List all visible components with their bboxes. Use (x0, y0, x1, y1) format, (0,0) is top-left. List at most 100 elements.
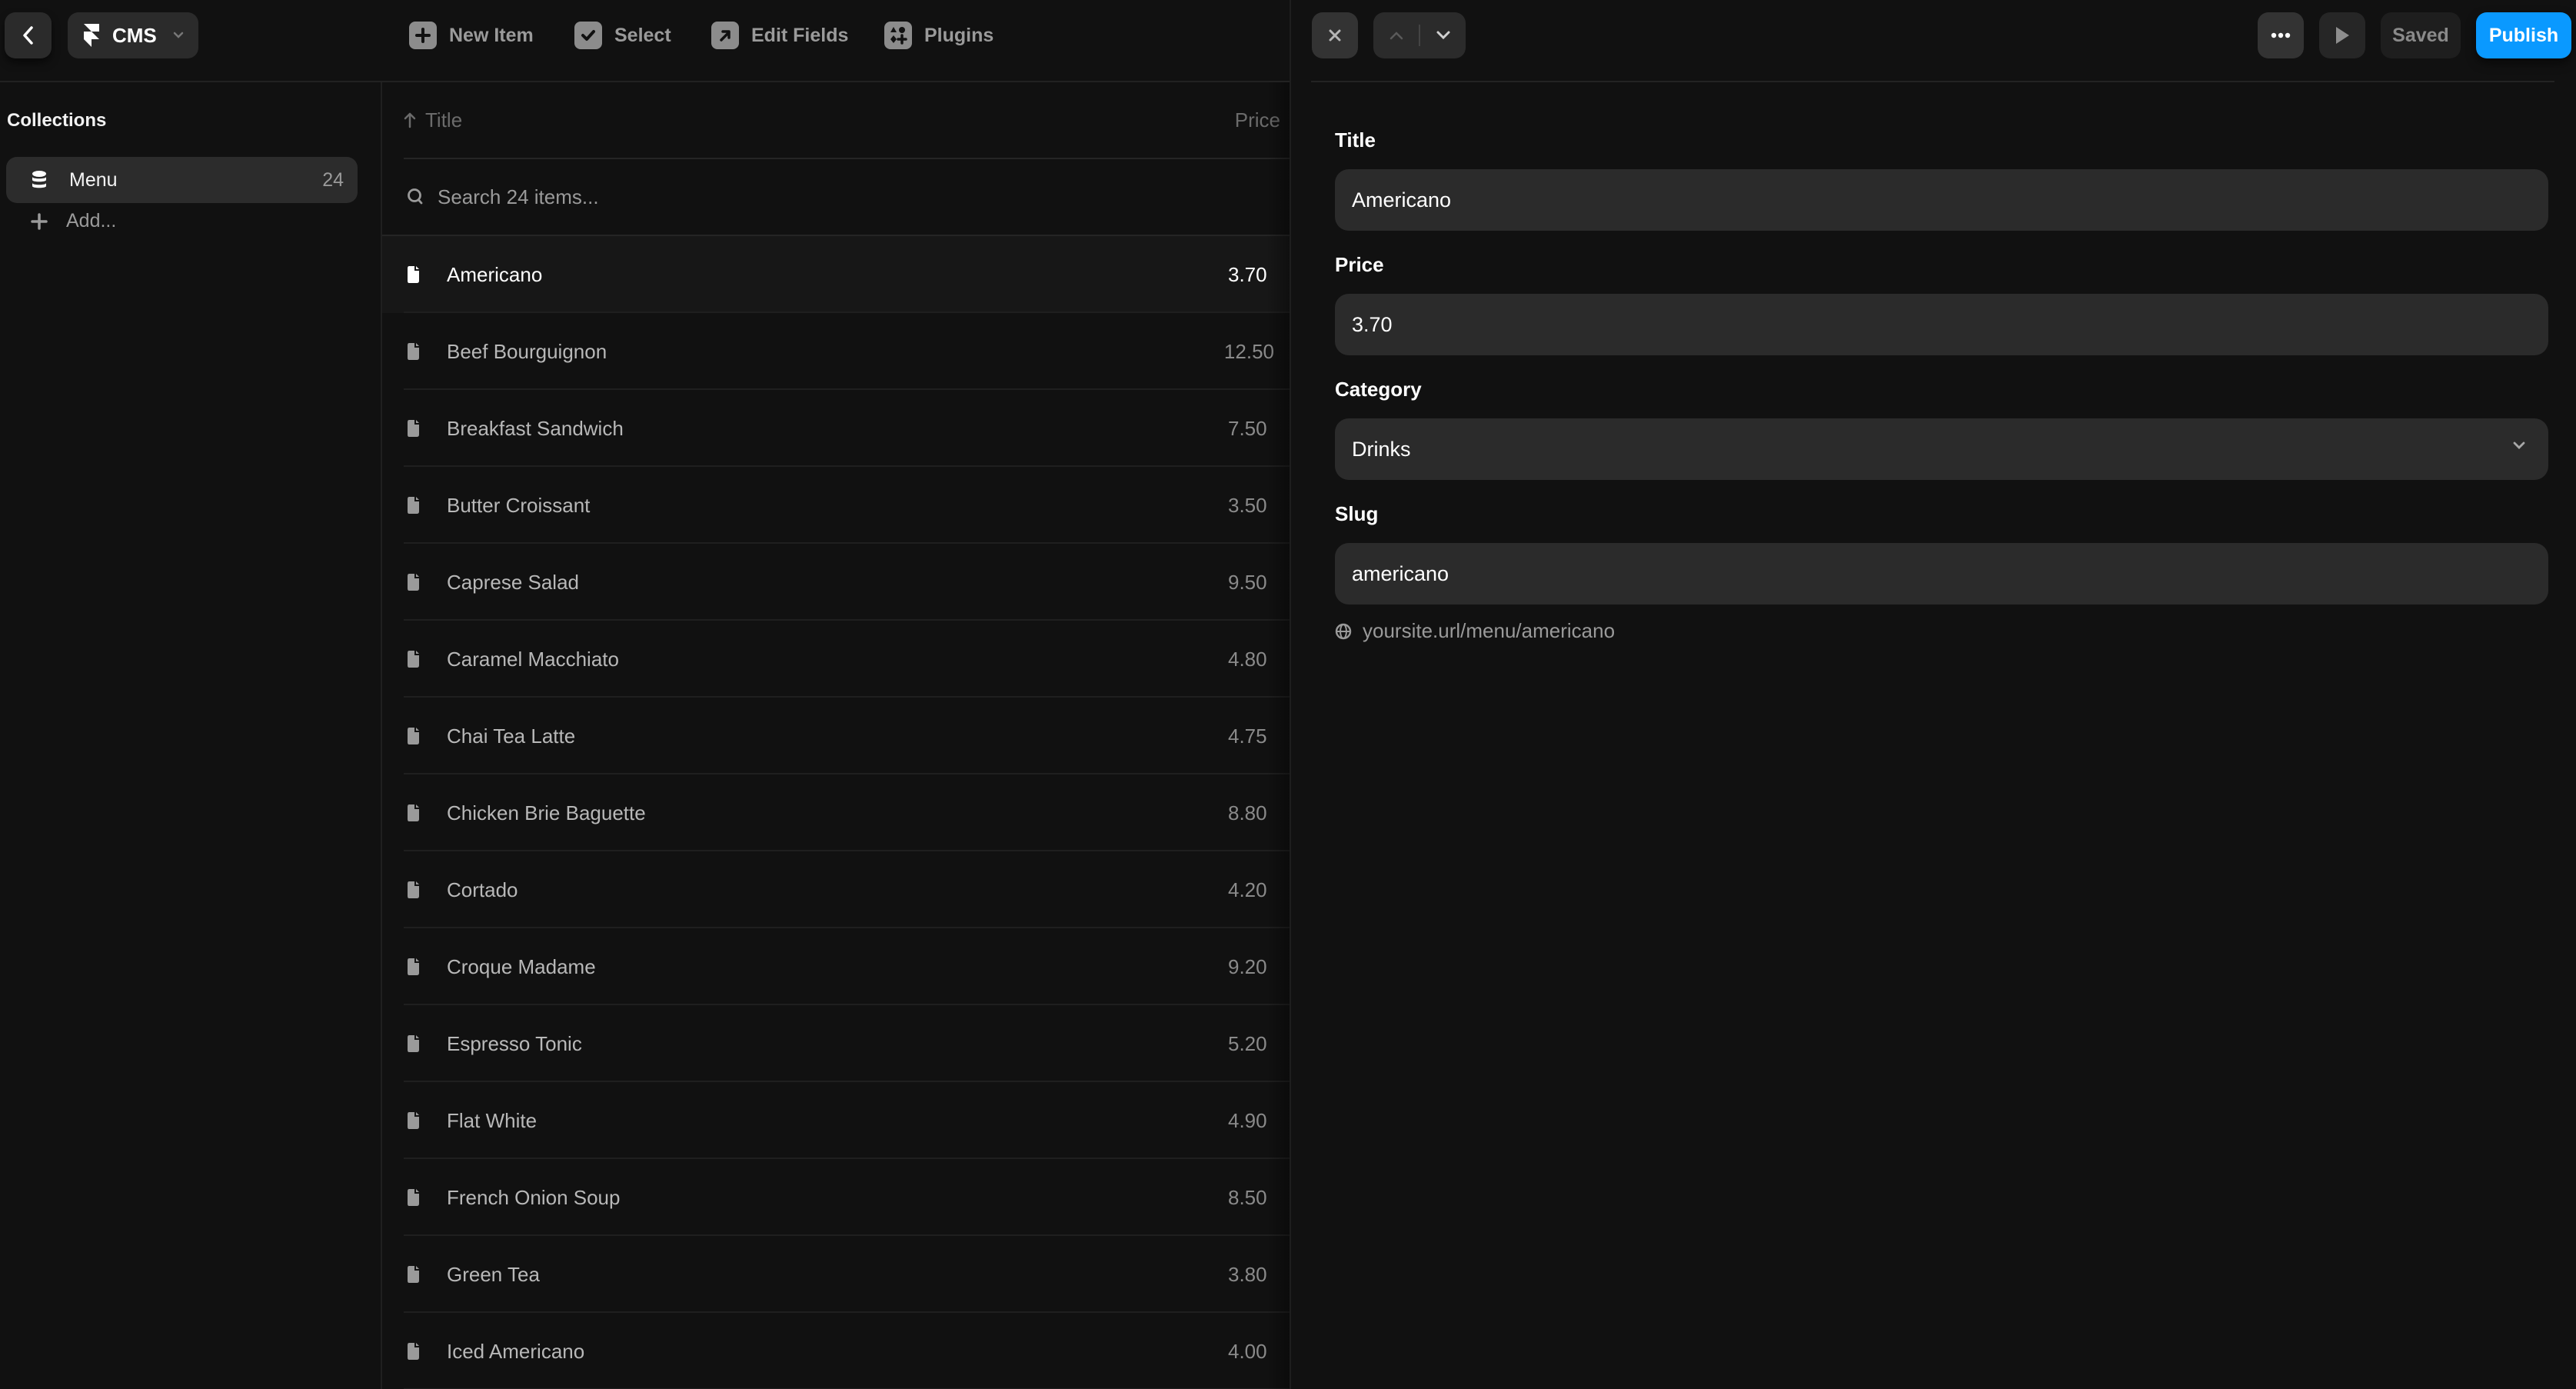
title-column-label: Title (425, 108, 463, 132)
list-item[interactable]: Flat White 4.90 (382, 1082, 1290, 1159)
slug-field-input[interactable] (1335, 543, 2548, 605)
category-select[interactable]: Drinks (1335, 418, 2548, 480)
new-item-label: New Item (449, 24, 534, 46)
document-icon (408, 1266, 419, 1283)
collections-heading: Collections (7, 110, 107, 131)
previous-item-button[interactable] (1373, 30, 1419, 41)
close-editor-button[interactable] (1312, 12, 1358, 58)
select-button[interactable]: Select (574, 22, 671, 49)
document-icon (408, 958, 419, 975)
list-item[interactable]: Cortado 4.20 (382, 851, 1290, 928)
item-price: 9.20 (1228, 954, 1267, 978)
item-title: Caprese Salad (447, 570, 579, 594)
item-title: Chai Tea Latte (447, 724, 576, 748)
document-icon (408, 497, 419, 514)
item-price: 9.50 (1228, 570, 1267, 594)
arrow-up-right-icon (711, 22, 739, 49)
add-collection-button[interactable]: Add... (31, 210, 116, 232)
list-item[interactable]: Chicken Brie Baguette 8.80 (382, 774, 1290, 851)
plugins-icon (884, 22, 912, 49)
list-item[interactable]: Croque Madame 9.20 (382, 928, 1290, 1005)
preview-button[interactable] (2319, 12, 2365, 58)
publish-button[interactable]: Publish (2476, 12, 2571, 58)
list-item[interactable]: Espresso Tonic 5.20 (382, 1005, 1290, 1082)
chevron-down-icon (2513, 441, 2525, 449)
list-item[interactable]: Butter Croissant 3.50 (382, 467, 1290, 544)
top-toolbar: CMS New Item Select Edit Fields Plugins (0, 0, 1290, 82)
chevron-down-icon (1436, 31, 1449, 40)
list-item[interactable]: Iced Americano 4.00 (382, 1313, 1290, 1389)
item-price: 4.00 (1228, 1339, 1267, 1363)
globe-icon (1335, 623, 1352, 639)
plus-icon (409, 22, 437, 49)
list-item[interactable]: Americano 3.70 (382, 236, 1290, 313)
list-item[interactable]: Caramel Macchiato 4.80 (382, 621, 1290, 698)
database-icon (32, 171, 46, 188)
price-field-label: Price (1335, 253, 1384, 276)
item-navigation (1373, 12, 1466, 58)
module-label: CMS (112, 23, 157, 47)
title-column-header[interactable]: Title (404, 108, 462, 132)
collection-label: Menu (69, 168, 118, 191)
plugins-button[interactable]: Plugins (884, 22, 993, 49)
list-item[interactable]: French Onion Soup 8.50 (382, 1159, 1290, 1236)
item-price: 4.80 (1228, 647, 1267, 671)
item-price: 8.80 (1228, 801, 1267, 824)
item-title: Butter Croissant (447, 493, 591, 517)
more-horizontal-icon (2271, 32, 2291, 38)
arrow-up-icon (404, 112, 416, 128)
list-item[interactable]: Chai Tea Latte 4.75 (382, 698, 1290, 774)
document-icon (408, 804, 419, 821)
slug-field-label: Slug (1335, 502, 1379, 525)
document-icon (408, 420, 419, 437)
close-icon (1329, 29, 1341, 42)
item-price: 12.50 (1223, 339, 1274, 363)
play-icon (2336, 27, 2349, 44)
module-switcher[interactable]: CMS (68, 12, 198, 58)
back-button[interactable] (5, 12, 52, 58)
document-icon (408, 1343, 419, 1360)
item-title: Chicken Brie Baguette (447, 801, 646, 824)
plugins-label: Plugins (924, 24, 994, 46)
item-title: Americano (447, 262, 543, 286)
category-select-value: Drinks (1352, 437, 1411, 461)
document-icon (408, 1112, 419, 1129)
title-field-input[interactable] (1335, 169, 2548, 231)
more-options-button[interactable] (2258, 12, 2304, 58)
edit-fields-label: Edit Fields (751, 24, 849, 46)
document-icon (408, 881, 419, 898)
item-price: 3.80 (1228, 1262, 1267, 1286)
list-item[interactable]: Beef Bourguignon 12.50 (382, 313, 1290, 390)
list-item[interactable]: Caprese Salad 9.50 (382, 544, 1290, 621)
document-icon (408, 1189, 419, 1206)
item-price: 4.75 (1228, 724, 1267, 748)
chevron-up-icon (1390, 32, 1403, 40)
document-icon (408, 574, 419, 591)
item-price: 5.20 (1228, 1031, 1267, 1055)
search-icon (408, 188, 423, 205)
document-icon (408, 343, 419, 360)
item-price: 7.50 (1228, 416, 1267, 440)
add-collection-label: Add... (66, 210, 117, 232)
list-item[interactable]: Breakfast Sandwich 7.50 (382, 390, 1290, 467)
new-item-button[interactable]: New Item (409, 22, 534, 49)
search-input[interactable] (438, 185, 976, 209)
next-item-button[interactable] (1420, 30, 1466, 41)
list-header: Title Price (404, 82, 1290, 159)
title-field-label: Title (1335, 128, 1376, 152)
price-field-input[interactable] (1335, 294, 2548, 355)
item-title: Flat White (447, 1108, 537, 1132)
edit-fields-button[interactable]: Edit Fields (711, 22, 848, 49)
chevron-left-icon (22, 26, 33, 45)
item-title: Iced Americano (447, 1339, 585, 1363)
list-item[interactable]: Green Tea 3.80 (382, 1236, 1290, 1313)
item-title: Caramel Macchiato (447, 647, 619, 671)
select-label: Select (614, 24, 671, 46)
collection-item-menu[interactable]: Menu 24 (6, 157, 358, 203)
document-icon (408, 266, 419, 283)
slug-url-preview[interactable]: yoursite.url/menu/americano (1335, 619, 1615, 643)
checkmark-icon (574, 22, 602, 49)
saved-status-button[interactable]: Saved (2381, 12, 2461, 58)
item-price: 4.20 (1228, 878, 1267, 901)
price-column-header[interactable]: Price (1235, 108, 1280, 132)
